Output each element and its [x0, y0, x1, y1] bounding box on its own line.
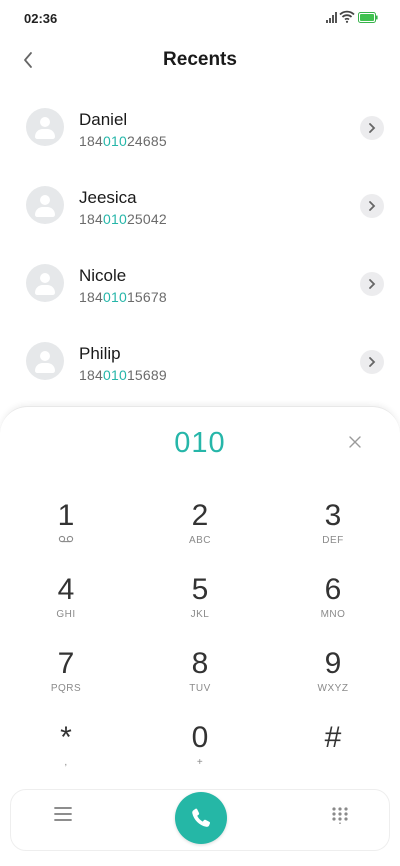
- avatar: [26, 186, 64, 224]
- list-item[interactable]: Daniel 18401024685: [0, 96, 400, 174]
- page-title: Recents: [163, 49, 237, 70]
- signal-icon: [326, 12, 337, 23]
- chevron-right-icon[interactable]: [360, 194, 384, 218]
- dialpad-sheet: 010 1 2 ABC 3 DEF 4 GHI 5 JKL 6 MNO 7 PQRS 8 TU…: [0, 406, 400, 866]
- key-6[interactable]: 6 MNO: [273, 573, 393, 635]
- battery-icon: [358, 12, 378, 23]
- chevron-right-icon[interactable]: [360, 116, 384, 140]
- contact-name: Daniel: [79, 110, 128, 129]
- key-2[interactable]: 2 ABC: [140, 499, 260, 561]
- key-8[interactable]: 8 TUV: [140, 647, 260, 709]
- contact-number: 18401015678: [79, 289, 167, 305]
- list-item[interactable]: Philip 18401015689: [0, 330, 400, 408]
- status-bar: 02:36: [0, 0, 400, 36]
- dialpad-grid-icon[interactable]: [331, 806, 349, 824]
- key-7[interactable]: 7 PQRS: [6, 647, 126, 709]
- status-time: 02:36: [24, 11, 58, 26]
- key-3[interactable]: 3 DEF: [273, 499, 393, 561]
- contact-name: Jeesica: [79, 188, 137, 207]
- key-5[interactable]: 5 JKL: [140, 573, 260, 635]
- key-4[interactable]: 4 GHI: [6, 573, 126, 635]
- avatar: [26, 108, 64, 146]
- key-star[interactable]: *,: [6, 721, 126, 783]
- phone-icon: [192, 808, 211, 827]
- key-0[interactable]: 0 +: [140, 721, 260, 783]
- call-button[interactable]: [175, 792, 227, 844]
- avatar: [26, 342, 64, 380]
- key-hash[interactable]: #: [273, 721, 393, 783]
- contact-number: 18401015689: [79, 367, 167, 383]
- contact-number: 18401024685: [79, 133, 167, 149]
- voicemail-icon: [6, 535, 126, 546]
- contact-number: 18401025042: [79, 211, 167, 227]
- clear-icon[interactable]: [348, 435, 362, 449]
- dialed-number: 010: [174, 427, 226, 459]
- contact-name: Philip: [79, 344, 121, 363]
- list-item[interactable]: Nicole 18401015678: [0, 252, 400, 330]
- contact-name: Nicole: [79, 266, 127, 285]
- recents-list: Daniel 18401024685 Jeesica 18401025042 N…: [0, 96, 400, 408]
- avatar: [26, 264, 64, 302]
- dialer-bottom-bar: [10, 789, 390, 851]
- chevron-right-icon[interactable]: [360, 350, 384, 374]
- key-9[interactable]: 9 WXYZ: [273, 647, 393, 709]
- chevron-right-icon[interactable]: [360, 272, 384, 296]
- list-item[interactable]: Jeesica 18401025042: [0, 174, 400, 252]
- wifi-icon: [339, 10, 355, 23]
- menu-icon[interactable]: [54, 806, 72, 822]
- key-1[interactable]: 1: [6, 499, 126, 561]
